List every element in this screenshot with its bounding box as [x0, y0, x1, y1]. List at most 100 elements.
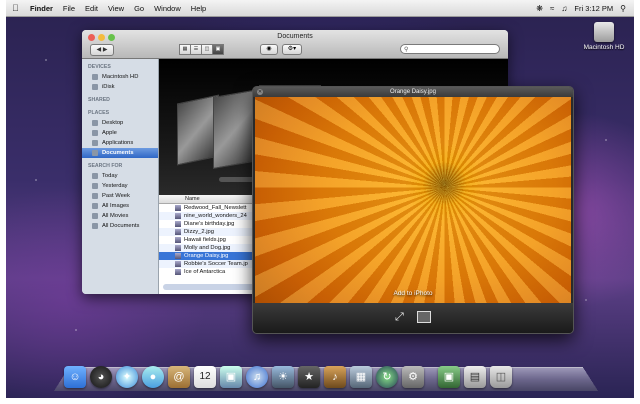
sidebar-item-idisk[interactable]: iDisk — [82, 82, 158, 92]
photos-stack-icon[interactable]: ▣ — [438, 366, 460, 388]
view-buttons: ▦ ☰ ◫ ▣ — [179, 44, 224, 55]
sidebar-item-label: All Documents — [102, 223, 140, 229]
file-name: Ice of Antarctica — [184, 269, 226, 275]
menu-file[interactable]: File — [63, 4, 75, 13]
dashboard-icon[interactable]: ◕ — [90, 366, 112, 388]
menu-go[interactable]: Go — [134, 4, 144, 13]
sidebar-header-devices: DEVICES — [88, 64, 111, 70]
sidebar-item-apple[interactable]: Apple — [82, 128, 158, 138]
documents-folder-icon — [92, 150, 98, 156]
system-preferences-icon[interactable]: ⚙ — [402, 366, 424, 388]
preview-image — [255, 97, 571, 303]
cover-flow-button[interactable]: ▣ — [212, 44, 224, 55]
file-name: Hawaii fields.jpg — [184, 237, 226, 243]
garageband-icon[interactable]: ♪ — [324, 366, 346, 388]
daisy-petals — [255, 97, 571, 303]
file-icon — [175, 229, 181, 235]
quick-look-panel: ✕ Orange Daisy.jpg Add to iPhoto ⤢ — [252, 86, 574, 334]
action-menu-button[interactable]: ⚙▾ — [282, 44, 302, 55]
idisk-icon — [92, 84, 98, 90]
sidebar-item-macintosh-hd[interactable]: Macintosh HD — [82, 72, 158, 82]
finder-sidebar: DEVICES Macintosh HD iDisk SHARED PLACES… — [82, 59, 159, 294]
file-icon — [175, 261, 181, 267]
sidebar-header-places: PLACES — [88, 110, 110, 116]
menu-view[interactable]: View — [108, 4, 124, 13]
sidebar-item-label: Yesterday — [102, 183, 128, 189]
quick-look-controls: ⤢ — [253, 303, 573, 333]
time-machine-icon[interactable]: ↻ — [376, 366, 398, 388]
close-icon[interactable]: ✕ — [257, 89, 263, 95]
imovie-icon[interactable]: ★ — [298, 366, 320, 388]
index-sheet-icon[interactable] — [417, 311, 431, 323]
quick-look-titlebar: ✕ Orange Daisy.jpg — [253, 87, 573, 97]
sidebar-item-all-documents[interactable]: All Documents — [82, 221, 158, 231]
sidebar-item-label: Past Week — [102, 193, 130, 199]
file-icon — [175, 237, 181, 243]
fullscreen-icon[interactable]: ⤢ — [395, 311, 404, 324]
quick-look-button[interactable]: ◉ — [260, 44, 278, 55]
hard-disk-icon — [92, 74, 98, 80]
sidebar-item-label: Today — [102, 173, 118, 179]
spotlight-icon[interactable]: ⚲ — [620, 4, 626, 13]
sidebar-item-label: Desktop — [102, 120, 124, 126]
macintosh-hd-desktop-icon[interactable]: Macintosh HD — [580, 22, 628, 51]
sidebar-item-yesterday[interactable]: Yesterday — [82, 181, 158, 191]
sidebar-item-applications[interactable]: Applications — [82, 138, 158, 148]
hard-disk-icon — [594, 22, 614, 42]
sidebar-item-label: iDisk — [102, 84, 115, 90]
clock[interactable]: Fri 3:12 PM — [574, 4, 613, 13]
back-forward-buttons[interactable]: ◀ ▶ — [90, 44, 114, 56]
window-title: Documents — [277, 33, 313, 40]
sidebar-item-desktop[interactable]: Desktop — [82, 118, 158, 128]
clock-icon — [92, 193, 98, 199]
downloads-stack-icon[interactable]: ▤ — [464, 366, 486, 388]
file-name: nine_world_wonders_24 — [184, 213, 247, 219]
file-icon — [175, 245, 181, 251]
spaces-icon[interactable]: ▦ — [350, 366, 372, 388]
sidebar-item-today[interactable]: Today — [82, 171, 158, 181]
file-icon — [175, 253, 181, 259]
smart-folder-icon — [92, 213, 98, 219]
smart-folder-icon — [92, 223, 98, 229]
trash-icon[interactable]: ◫ — [490, 366, 512, 388]
safari-icon[interactable]: ✦ — [116, 366, 138, 388]
iphoto-icon[interactable]: ☀ — [272, 366, 294, 388]
sidebar-item-documents[interactable]: Documents — [82, 148, 158, 158]
menu-window[interactable]: Window — [154, 4, 181, 13]
sidebar-item-all-movies[interactable]: All Movies — [82, 211, 158, 221]
sidebar-item-label: Apple — [102, 130, 117, 136]
file-icon — [175, 205, 181, 211]
bluetooth-icon[interactable]: ❋ — [536, 4, 543, 13]
sidebar-item-label: Documents — [102, 150, 134, 156]
wifi-icon[interactable]: ≈ — [550, 4, 554, 13]
file-icon — [175, 213, 181, 219]
applications-icon — [92, 140, 98, 146]
clock-icon — [92, 183, 98, 189]
menu-edit[interactable]: Edit — [85, 4, 98, 13]
desktop:  Finder File Edit View Go Window Help ❋… — [6, 0, 634, 398]
file-name: Diane's birthday.jpg — [184, 221, 235, 227]
itunes-icon[interactable]: ♫ — [246, 366, 268, 388]
menu-finder[interactable]: Finder — [30, 4, 53, 13]
sidebar-header-shared[interactable]: SHARED — [82, 92, 158, 105]
clock-icon — [92, 173, 98, 179]
finder-toolbar: Documents ◀ ▶ ▦ ☰ ◫ ▣ ◉ ⚙▾ ⚲ — [82, 30, 508, 59]
search-icon: ⚲ — [404, 47, 409, 53]
ichat-icon[interactable]: ● — [142, 366, 164, 388]
menubar-extras: ❋ ≈ ♫ Fri 3:12 PM ⚲ — [536, 4, 634, 13]
finder-icon[interactable]: ☺ — [64, 366, 86, 388]
address-book-icon[interactable]: @ — [168, 366, 190, 388]
ical-icon[interactable]: 12 — [194, 366, 216, 388]
sidebar-item-past-week[interactable]: Past Week — [82, 191, 158, 201]
search-input[interactable]: ⚲ — [400, 44, 500, 54]
volume-icon[interactable]: ♫ — [561, 4, 567, 13]
sidebar-item-label: All Images — [102, 203, 130, 209]
apple-menu-icon[interactable]:  — [12, 3, 22, 13]
file-icon — [175, 221, 181, 227]
sidebar-item-label: Applications — [102, 140, 134, 146]
sidebar-item-all-images[interactable]: All Images — [82, 201, 158, 211]
add-to-iphoto-button[interactable]: Add to iPhoto — [253, 290, 573, 297]
menu-help[interactable]: Help — [191, 4, 206, 13]
quick-look-title: Orange Daisy.jpg — [390, 89, 436, 95]
preview-icon[interactable]: ▣ — [220, 366, 242, 388]
